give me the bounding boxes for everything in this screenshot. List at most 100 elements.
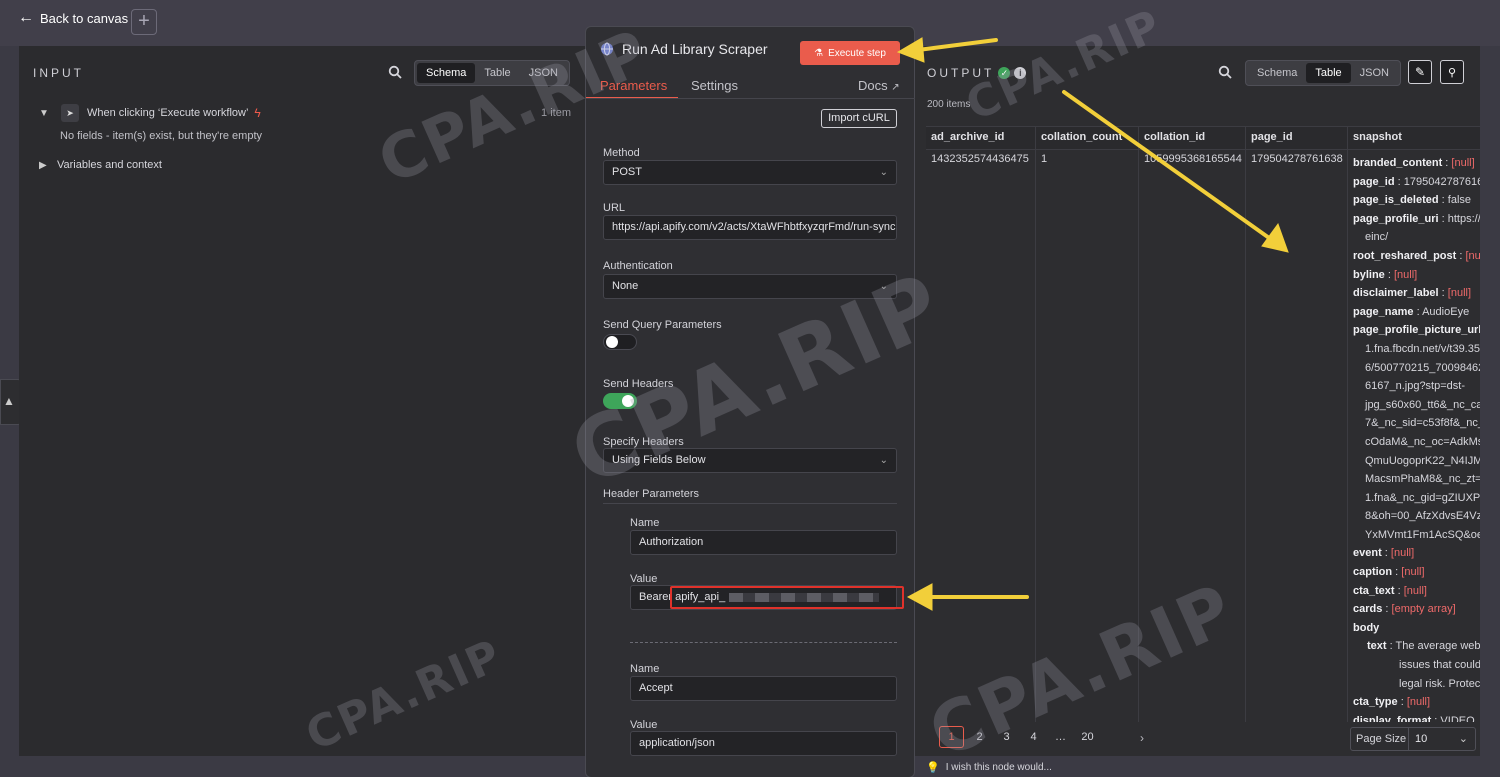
specify-headers-select[interactable]: Using Fields Below ⌄	[603, 448, 897, 473]
snapshot-key: cta_text	[1353, 584, 1395, 597]
snapshot-continuation: legal risk. Protect and	[1399, 677, 1480, 690]
input-view-table[interactable]: Table	[475, 63, 519, 83]
snapshot-continuation: QmuUogoprK22_N4IJM	[1365, 454, 1480, 467]
snapshot-field: page_is_deleted : false	[1353, 191, 1475, 210]
chevron-down-icon: ⌄	[879, 455, 888, 466]
edit-output-button[interactable]: ✎	[1408, 60, 1432, 84]
snapshot-value: false	[1447, 194, 1472, 207]
snapshot-value: [empty array]	[1391, 603, 1456, 616]
snapshot-value: 179504278761638	[1403, 175, 1480, 188]
authentication-select[interactable]: None ⌄	[603, 274, 897, 299]
snapshot-field: 6/500770215_70098462	[1353, 359, 1480, 378]
check-circle-icon: ✓	[998, 67, 1011, 79]
table-cell: 1432352574436475	[926, 149, 1036, 722]
page-size-number: 10	[1415, 733, 1428, 745]
send-headers-toggle[interactable]	[603, 393, 637, 409]
output-pane: OUTPUT ✓ i 200 items Schema Table JSON ✎…	[915, 46, 1480, 756]
pin-data-button[interactable]: ⚲	[1440, 60, 1464, 84]
column-header: collation_count	[1036, 127, 1139, 149]
page-number[interactable]: 1	[939, 726, 964, 748]
url-label: URL	[603, 202, 626, 214]
info-icon[interactable]: i	[1014, 67, 1027, 79]
url-input[interactable]: https://api.apify.com/v2/acts/XtaWFhbtfx…	[603, 215, 897, 240]
snapshot-field: MacsmPhaM8&_nc_zt=	[1353, 470, 1480, 489]
back-to-canvas-button[interactable]: ← Back to canvas	[18, 9, 128, 27]
snapshot-field: byline : [null]	[1353, 266, 1475, 285]
trigger-row[interactable]: ▼ ➤ When clicking ‘Execute workflow’ ϟ 1…	[39, 104, 571, 122]
snapshot-field: body	[1353, 619, 1475, 638]
input-pane: INPUT Schema Table JSON ▼ ➤ When clickin…	[19, 46, 585, 756]
header-value-input[interactable]: application/json	[630, 731, 897, 756]
input-view-schema[interactable]: Schema	[417, 63, 476, 83]
chevron-right-icon[interactable]: ›	[1140, 731, 1144, 745]
snapshot-field: page_name : AudioEye	[1353, 303, 1475, 322]
snapshot-value: VIDEO	[1440, 714, 1475, 722]
output-table: ad_archive_id collation_count collation_…	[926, 126, 1480, 722]
highlight-box	[670, 586, 904, 609]
method-select[interactable]: POST ⌄	[603, 160, 897, 185]
pointer-icon: ➤	[61, 104, 79, 122]
lightbulb-icon: 💡	[926, 762, 940, 774]
snapshot-field: branded_content : [null]	[1353, 154, 1475, 173]
snapshot-continuation: YxMVmt1Fm1AcSQ&oe=	[1365, 528, 1480, 541]
snapshot-key: text	[1367, 640, 1387, 653]
page-number[interactable]: 2	[966, 731, 993, 743]
snapshot-continuation: cOdaM&_nc_oc=AdkMs	[1365, 435, 1480, 448]
send-query-label: Send Query Parameters	[603, 319, 722, 331]
header-name-label: Name	[630, 517, 660, 529]
docs-link[interactable]: Docs ↗	[858, 78, 900, 93]
node-tabs: Parameters Settings Docs ↗	[586, 75, 916, 99]
snapshot-key: event	[1353, 547, 1382, 560]
node-title-text: Run Ad Library Scraper	[622, 41, 768, 57]
divider	[603, 503, 897, 504]
page-number[interactable]: 3	[993, 731, 1020, 743]
import-curl-button[interactable]: Import cURL	[821, 109, 897, 128]
add-button[interactable]: +	[131, 9, 157, 35]
search-icon[interactable]	[1218, 65, 1232, 79]
snapshot-separator: :	[1394, 175, 1404, 188]
snapshot-continuation: MacsmPhaM8&_nc_zt=	[1365, 473, 1480, 486]
output-view-table[interactable]: Table	[1306, 63, 1351, 83]
feedback-text: I wish this node would...	[945, 762, 1052, 773]
page-size-select[interactable]: Page Size 10 ⌄	[1350, 727, 1476, 751]
authentication-value: None	[612, 280, 639, 292]
tab-parameters[interactable]: Parameters	[600, 78, 667, 93]
snapshot-field: cta_text : [null]	[1353, 582, 1475, 601]
docs-label: Docs	[858, 78, 888, 93]
snapshot-continuation: jpg_s60x60_tt6&_nc_ca	[1365, 398, 1480, 411]
snapshot-field: page_id : 179504278761638	[1353, 173, 1480, 192]
input-view-json[interactable]: JSON	[520, 63, 567, 83]
snapshot-value: [null]	[1406, 696, 1431, 709]
snapshot-key: branded_content	[1353, 157, 1443, 169]
page-number[interactable]: …	[1047, 731, 1074, 743]
feedback-prompt[interactable]: 💡 I wish this node would...	[926, 761, 1052, 774]
output-view-json[interactable]: JSON	[1351, 63, 1398, 83]
table-cell: 179504278761638	[1246, 149, 1348, 722]
snapshot-separator: :	[1386, 640, 1396, 653]
empty-note: No fields - item(s) exist, but they're e…	[60, 130, 262, 142]
tab-settings[interactable]: Settings	[691, 78, 738, 93]
header-name-input[interactable]: Authorization	[630, 530, 897, 555]
chevron-down-icon: ⌄	[879, 167, 888, 178]
variables-context-row[interactable]: ▶ Variables and context	[39, 159, 162, 171]
output-view-schema[interactable]: Schema	[1248, 63, 1306, 83]
snapshot-field: YxMVmt1Fm1AcSQ&oe=	[1353, 526, 1480, 545]
trigger-count: 1 item	[541, 107, 571, 119]
snapshot-continuation: 6167_n.jpg?stp=dst-	[1365, 380, 1465, 393]
page-number[interactable]: 20	[1074, 731, 1101, 743]
search-icon[interactable]	[388, 65, 402, 79]
send-query-toggle[interactable]	[603, 334, 637, 350]
header-name-input[interactable]: Accept	[630, 676, 897, 701]
snapshot-value: AudioEye	[1422, 305, 1470, 318]
cursor-icon: ▲	[3, 394, 15, 408]
execute-step-button[interactable]: ⚗ Execute step	[800, 41, 900, 65]
snapshot-field: 8&oh=00_AfzXdvsE4Vz	[1353, 507, 1480, 526]
snapshot-value: [null]	[1451, 157, 1475, 169]
snapshot-field: disclaimer_label : [null]	[1353, 284, 1475, 303]
send-headers-label: Send Headers	[603, 378, 674, 390]
page-number[interactable]: 4	[1020, 731, 1047, 743]
snapshot-key: root_reshared_post	[1353, 249, 1457, 262]
snapshot-field: root_reshared_post : [null]	[1353, 247, 1480, 266]
snapshot-separator: :	[1394, 584, 1404, 597]
snapshot-field: page_profile_uri : https://www.facebook.…	[1353, 210, 1480, 229]
